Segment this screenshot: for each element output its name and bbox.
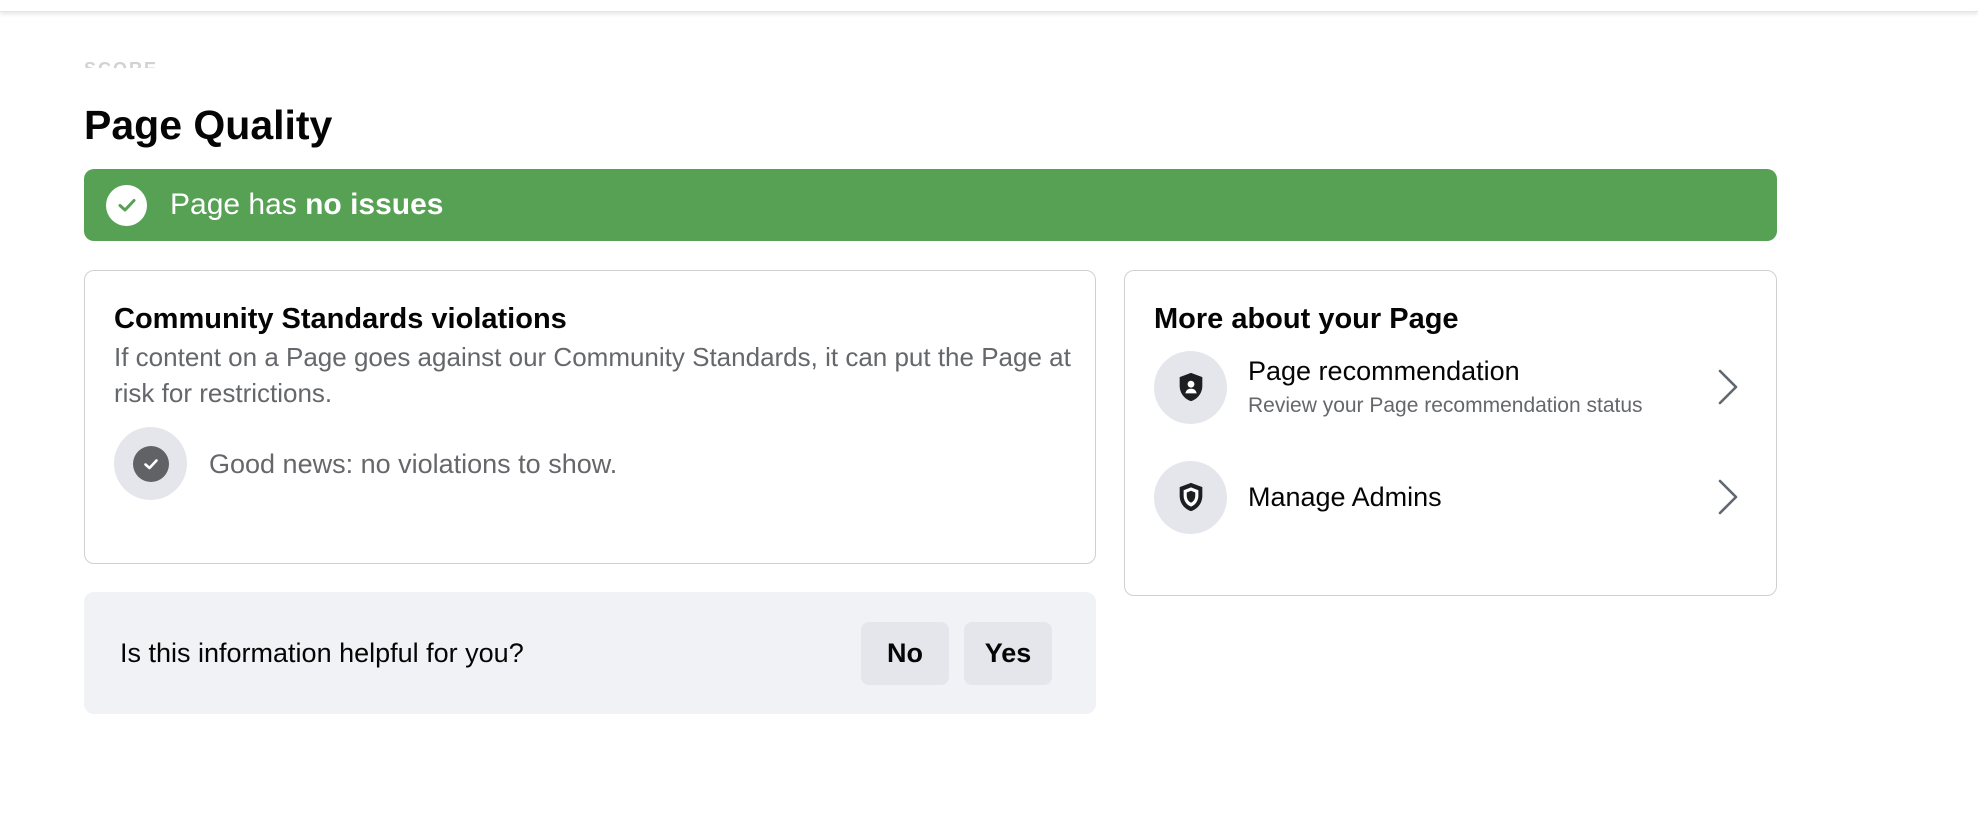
violations-empty-text: Good news: no violations to show.	[209, 448, 618, 479]
violations-description: If content on a Page goes against our Co…	[114, 342, 1071, 408]
manage-admins-item[interactable]: Manage Admins	[1154, 459, 1748, 535]
section-label-faded: SCORE	[84, 58, 158, 68]
chevron-right-icon	[1718, 369, 1738, 405]
check-circle-icon	[106, 184, 147, 226]
page-recommendation-subtitle: Review your Page recommendation status	[1248, 394, 1643, 417]
feedback-box: Is this information helpful for you? No …	[84, 592, 1096, 714]
more-about-page-card: More about your Page Page recommendation…	[1124, 270, 1777, 596]
violations-title: Community Standards violations	[114, 303, 567, 335]
more-title: More about your Page	[1154, 303, 1459, 335]
feedback-yes-button[interactable]: Yes	[964, 621, 1052, 685]
top-bar	[0, 0, 1978, 12]
chevron-right-icon	[1718, 479, 1738, 515]
status-emphasis: no issues	[305, 188, 444, 221]
status-text: Page has no issues	[170, 187, 444, 223]
manage-admins-title: Manage Admins	[1248, 482, 1442, 512]
shield-icon	[1154, 460, 1227, 534]
status-prefix: Page has	[170, 188, 306, 221]
feedback-question: Is this information helpful for you?	[120, 638, 524, 668]
shield-person-icon	[1154, 350, 1227, 424]
violations-empty-state: Good news: no violations to show.	[114, 427, 617, 500]
violations-card: Community Standards violations If conten…	[84, 270, 1096, 564]
check-circle-icon	[114, 427, 187, 500]
page-recommendation-item[interactable]: Page recommendation Review your Page rec…	[1154, 349, 1748, 425]
status-banner: Page has no issues	[84, 169, 1777, 241]
page-title: Page Quality	[84, 102, 333, 148]
feedback-no-button[interactable]: No	[861, 621, 949, 685]
page-recommendation-title: Page recommendation	[1248, 356, 1520, 386]
